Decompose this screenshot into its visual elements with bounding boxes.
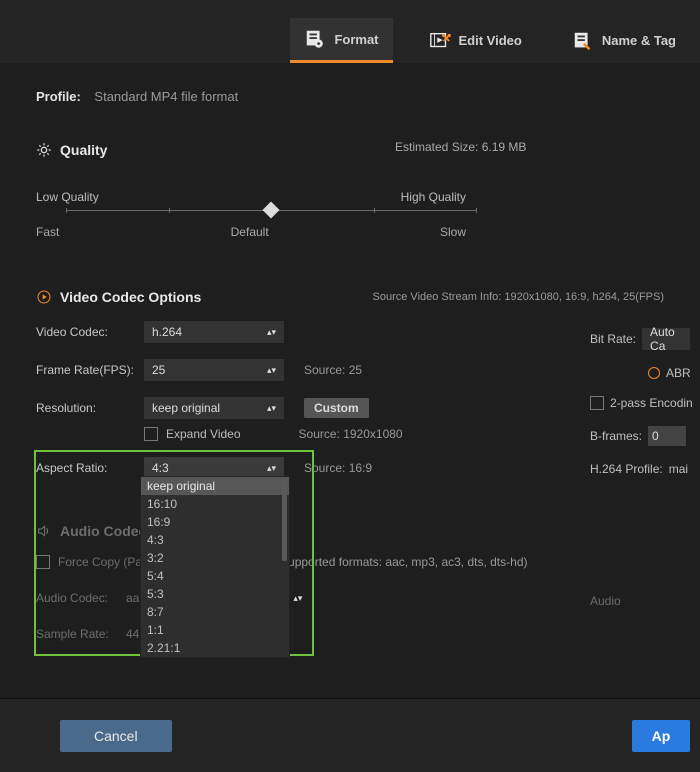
frame-rate-label: Frame Rate(FPS): xyxy=(36,363,136,377)
quality-title: Quality xyxy=(60,142,107,158)
twopass-checkbox[interactable] xyxy=(590,396,604,410)
tab-name-label: Name & Tag xyxy=(602,33,676,48)
right-column: Bit Rate: Auto Ca ABR 2-pass Encodin B-f… xyxy=(590,328,693,624)
frame-rate-select[interactable]: 25 ▴▾ xyxy=(144,359,284,381)
frame-rate-source: Source: 25 xyxy=(304,363,362,377)
profile-row: Profile: Standard MP4 file format xyxy=(36,63,664,104)
dropdown-option[interactable]: 1:1 xyxy=(141,621,289,639)
cancel-button[interactable]: Cancel xyxy=(60,720,172,752)
dropdown-option[interactable]: 4:3 xyxy=(141,531,289,549)
tab-edit-video[interactable]: Edit Video xyxy=(415,18,536,63)
custom-resolution-button[interactable]: Custom xyxy=(304,398,369,418)
dropdown-option[interactable]: 16:10 xyxy=(141,495,289,513)
video-codec-title: Video Codec Options xyxy=(60,289,201,305)
resolution-source: Source: 1920x1080 xyxy=(299,427,403,441)
bframes-label: B-frames: xyxy=(590,429,642,443)
video-codec-header: Video Codec Options xyxy=(36,289,201,305)
audio-codec-label: Audio Codec: xyxy=(36,591,118,605)
quality-slider[interactable] xyxy=(66,210,476,211)
dropdown-option[interactable]: 2.21:1 xyxy=(141,639,289,657)
h264-profile-value: mai xyxy=(669,462,688,476)
audio-codec-header: Audio Codec Options xyxy=(36,523,664,539)
expand-video-label: Expand Video xyxy=(166,427,241,441)
force-copy-checkbox[interactable] xyxy=(36,555,50,569)
tab-edit-label: Edit Video xyxy=(459,33,522,48)
quality-range-labels: Low Quality High Quality xyxy=(36,190,466,204)
resolution-select[interactable]: keep original ▴▾ xyxy=(144,397,284,419)
speed-labels: Fast Default Slow xyxy=(36,225,466,239)
quality-header: Quality xyxy=(36,142,664,158)
spinner-icon: ▴▾ xyxy=(267,327,276,338)
tab-name-tag[interactable]: Name & Tag xyxy=(558,18,690,63)
aspect-ratio-dropdown[interactable]: keep original 16:10 16:9 4:3 3:2 5:4 5:3… xyxy=(140,476,290,658)
format-icon xyxy=(304,28,326,50)
apply-button[interactable]: Ap xyxy=(632,720,691,752)
source-stream-info: Source Video Stream Info: 1920x1080, 16:… xyxy=(373,291,664,303)
dropdown-option[interactable]: 5:3 xyxy=(141,585,289,603)
spinner-icon: ▴▾ xyxy=(267,463,276,474)
dropdown-option[interactable]: 3:2 xyxy=(141,549,289,567)
profile-label: Profile: xyxy=(36,89,81,104)
bitrate-value: Auto Ca xyxy=(650,325,682,353)
edit-video-icon xyxy=(429,30,451,52)
video-codec-label: Video Codec: xyxy=(36,325,136,339)
audio-right-label: Audio xyxy=(590,594,621,608)
profile-value: Standard MP4 file format xyxy=(94,89,238,104)
supported-formats: Supported formats: aac, mp3, ac3, dts, d… xyxy=(280,555,527,569)
video-codec-select[interactable]: h.264 ▴▾ xyxy=(144,321,284,343)
high-quality-label: High Quality xyxy=(401,190,466,204)
dropdown-option[interactable]: keep original xyxy=(141,477,289,495)
name-tag-icon xyxy=(572,30,594,52)
play-circle-icon xyxy=(36,289,52,305)
footer: Cancel Ap xyxy=(0,698,700,772)
force-copy-label: Force Copy (Pa xyxy=(58,555,142,569)
spinner-icon: ▴▾ xyxy=(267,365,276,376)
gear-icon xyxy=(36,142,52,158)
fast-label: Fast xyxy=(36,225,59,239)
dropdown-option[interactable]: 16:9 xyxy=(141,513,289,531)
slow-label: Slow xyxy=(440,225,466,239)
spinner-icon: ▴▾ xyxy=(267,403,276,414)
estimated-size: Estimated Size: 6.19 MB xyxy=(395,140,526,154)
resolution-value: keep original xyxy=(152,401,220,415)
slider-knob[interactable] xyxy=(263,202,280,219)
speaker-icon xyxy=(36,523,52,539)
twopass-label: 2-pass Encodin xyxy=(610,396,693,410)
dropdown-scrollbar[interactable] xyxy=(282,481,287,561)
abr-radio[interactable] xyxy=(648,367,660,379)
aspect-ratio-source: Source: 16:9 xyxy=(304,461,372,475)
aspect-ratio-label: Aspect Ratio: xyxy=(36,461,136,475)
bitrate-select[interactable]: Auto Ca xyxy=(642,328,690,350)
low-quality-label: Low Quality xyxy=(36,190,99,204)
sample-rate-label: Sample Rate: xyxy=(36,627,118,641)
aspect-ratio-value: 4:3 xyxy=(152,461,169,475)
spinner-icon[interactable]: ▴▾ xyxy=(293,593,302,604)
dropdown-option[interactable]: 8:7 xyxy=(141,603,289,621)
abr-label: ABR xyxy=(666,366,691,380)
expand-video-checkbox[interactable] xyxy=(144,427,158,441)
h264-profile-label: H.264 Profile: xyxy=(590,462,663,476)
bframes-input[interactable] xyxy=(648,426,686,446)
bitrate-label: Bit Rate: xyxy=(590,332,636,346)
video-codec-value: h.264 xyxy=(152,325,182,339)
tab-format[interactable]: Format xyxy=(290,18,392,63)
default-label: Default xyxy=(231,225,269,239)
dropdown-option[interactable]: 5:4 xyxy=(141,567,289,585)
frame-rate-value: 25 xyxy=(152,363,165,377)
tab-bar: Format Edit Video Name & Tag xyxy=(0,0,700,63)
resolution-label: Resolution: xyxy=(36,401,136,415)
tab-format-label: Format xyxy=(334,32,378,47)
